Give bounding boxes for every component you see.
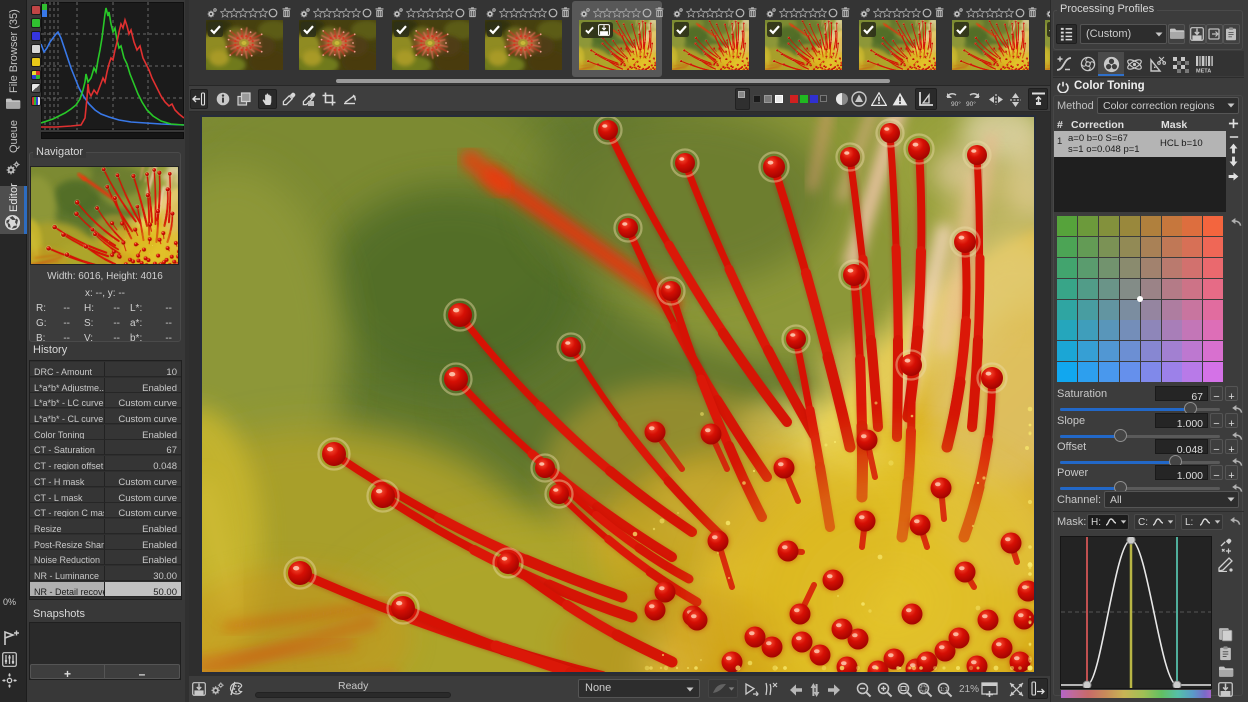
- svg-text:90°: 90°: [951, 100, 961, 107]
- svg-text:90°: 90°: [966, 100, 976, 107]
- svg-text:1:1: 1:1: [940, 687, 948, 693]
- svg-text:META: META: [1196, 69, 1211, 74]
